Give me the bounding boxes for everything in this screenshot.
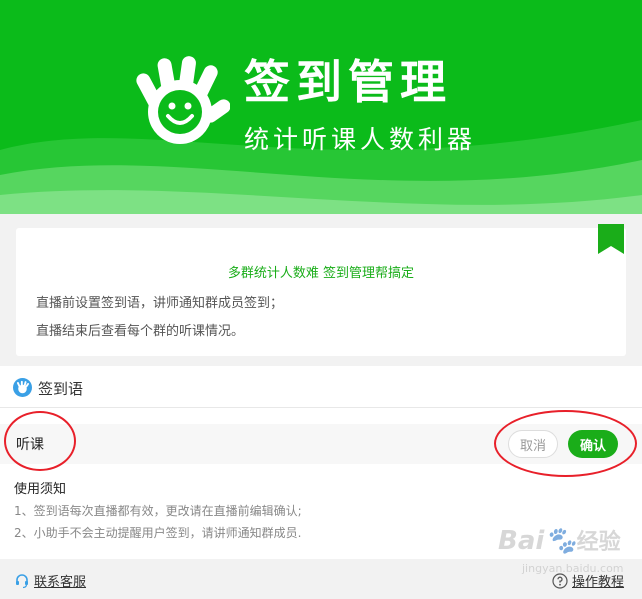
banner-subtitle: 统计听课人数利器	[244, 125, 477, 154]
header-banner: 签到管理 统计听课人数利器	[0, 0, 642, 214]
bookmark-icon	[598, 224, 624, 254]
smiling-hand-icon	[136, 56, 230, 144]
annotation-ellipse-input	[4, 411, 76, 471]
contact-support-label: 联系客服	[34, 575, 87, 590]
intro-card: 多群统计人数难 签到管理帮搞定 直播前设置签到语，讲师通知群成员签到； 直播结束…	[16, 228, 626, 356]
notice-title: 使用须知	[14, 482, 67, 497]
contact-support-link[interactable]: 联系客服	[14, 571, 86, 590]
baidu-watermark: Bai🐾经验 jingyan.baidu.com	[478, 518, 638, 588]
watermark-sub: jingyan.baidu.com	[522, 562, 624, 575]
intro-line-2: 直播结束后查看每个群的听课情况。	[36, 324, 245, 339]
sign-phrase-header: 签到语	[0, 366, 642, 408]
headset-icon	[16, 573, 28, 588]
intro-slogan: 多群统计人数难 签到管理帮搞定	[227, 266, 415, 281]
annotation-ellipse-buttons	[494, 410, 637, 477]
notice-item-2: 2、小助手不会主动提醒用户签到，请讲师通知群成员.	[14, 526, 302, 540]
banner-title: 签到管理	[244, 55, 452, 109]
intro-line-1: 直播前设置签到语，讲师通知群成员签到；	[36, 296, 284, 311]
notice-item-1: 1、签到语每次直播都有效，更改请在直播前编辑确认;	[14, 504, 302, 518]
watermark-brand: Bai🐾经验	[498, 526, 621, 556]
hand-icon	[13, 378, 32, 397]
sign-phrase-title: 签到语	[38, 380, 84, 398]
